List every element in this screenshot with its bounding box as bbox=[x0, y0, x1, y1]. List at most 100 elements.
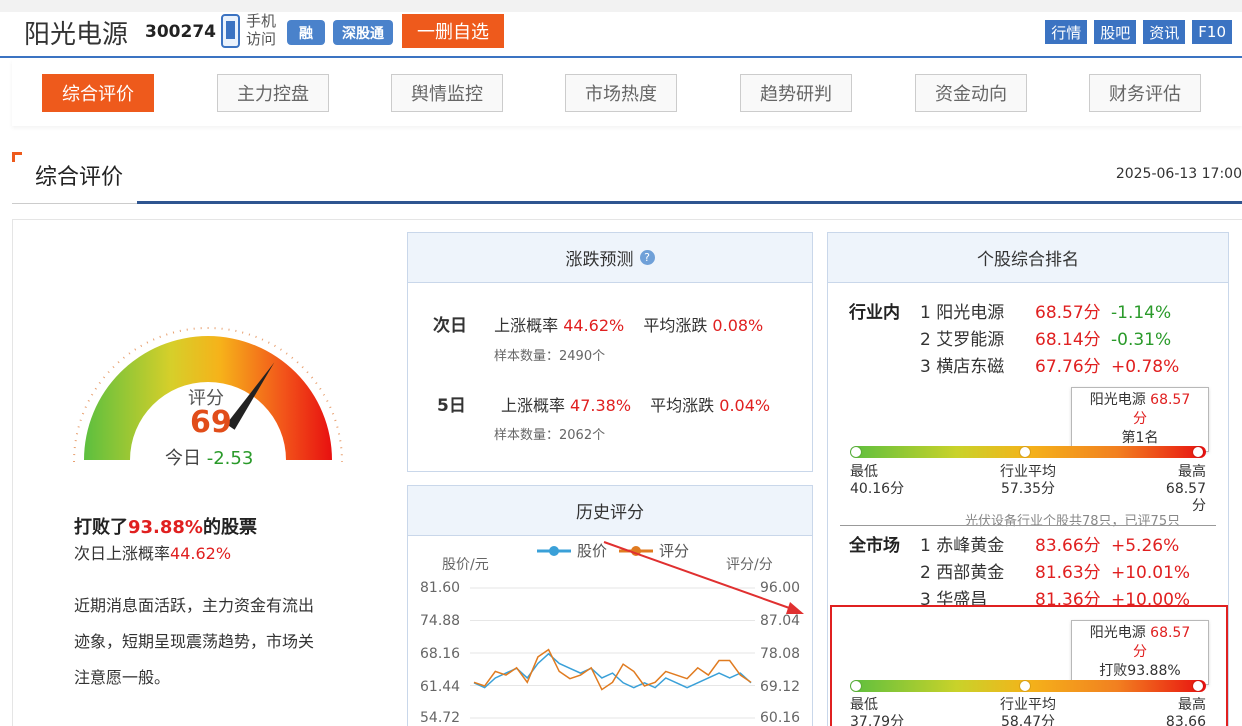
tab-capital-flow[interactable]: 资金动向 bbox=[915, 74, 1027, 112]
rank-change: -1.14% bbox=[1111, 303, 1172, 323]
mobile-access-link[interactable]: 手机访问 bbox=[246, 12, 280, 48]
today-change-value: -2.53 bbox=[206, 448, 254, 469]
left-tick: 54.72 bbox=[420, 710, 461, 726]
left-tick: 81.60 bbox=[420, 580, 461, 596]
rank-score: 68.14分 bbox=[1035, 330, 1101, 350]
up-prob-label: 上涨概率 bbox=[500, 396, 565, 415]
rank-name: 3 横店东磁 bbox=[920, 357, 1005, 377]
remove-watchlist-button[interactable]: 一删自选 bbox=[402, 14, 504, 48]
market-max-label: 最高83.66分 bbox=[1165, 697, 1206, 726]
ranking-header: 个股综合排名 bbox=[828, 233, 1228, 283]
up-prob-value: 47.38% bbox=[570, 396, 632, 415]
prediction-row-5-day: 5日 上涨概率 47.38% 平均涨跌 0.04% bbox=[437, 391, 770, 416]
tab-market-heat[interactable]: 市场热度 bbox=[565, 74, 677, 112]
left-tick: 68.16 bbox=[420, 646, 461, 662]
beat-summary: 打败了93.88%的股票 bbox=[74, 513, 257, 539]
market-min-dot bbox=[851, 681, 861, 691]
right-tick: 69.12 bbox=[760, 679, 801, 695]
industry-min-label: 最低 40.16分 bbox=[850, 464, 905, 497]
section-date: 2025-06-13 17:00 bbox=[1115, 166, 1242, 182]
header-links: 行情 股吧 资讯 F10 bbox=[1045, 20, 1232, 44]
section-corner-mark bbox=[12, 152, 22, 162]
stock-header: 阳光电源 300274 手机访问 融 深股通 一删自选 行情 股吧 资讯 F10 bbox=[0, 0, 1242, 58]
right-tick: 60.16 bbox=[760, 710, 801, 726]
market-avg-dot bbox=[1020, 681, 1030, 691]
market-min-label: 最低 37.79分 bbox=[850, 697, 905, 726]
right-tick: 78.08 bbox=[760, 646, 801, 662]
tab-overall-rating[interactable]: 综合评价 bbox=[42, 74, 154, 112]
market-label: 全市场 bbox=[849, 536, 900, 556]
margin-trading-badge[interactable]: 融 bbox=[287, 20, 325, 45]
left-axis-title: 股价/元 bbox=[442, 557, 489, 573]
market-max-dot bbox=[1193, 681, 1203, 691]
rank-score: 83.66分 bbox=[1035, 536, 1101, 556]
rating-description: 近期消息面活跃，主力资金有流出迹象，短期呈现震荡趋势，市场关注意愿一般。 bbox=[74, 596, 315, 687]
market-rank-row[interactable]: 2 西部黄金 81.63分 +10.01% bbox=[920, 558, 1190, 583]
section-underline-light bbox=[12, 203, 137, 204]
question-icon[interactable]: ? bbox=[639, 250, 655, 265]
rank-name: 1 阳光电源 bbox=[920, 303, 1005, 323]
tab-trend[interactable]: 趋势研判 bbox=[740, 74, 852, 112]
rank-name: 1 赤峰黄金 bbox=[920, 536, 1005, 556]
rank-name: 2 艾罗能源 bbox=[920, 330, 1005, 350]
stock-code: 300274 bbox=[145, 22, 216, 42]
prediction-title: 涨跌预测 bbox=[565, 250, 634, 270]
link-forum[interactable]: 股吧 bbox=[1094, 20, 1137, 44]
avg-change-value: 0.08% bbox=[712, 316, 764, 335]
rank-change: +5.26% bbox=[1111, 536, 1180, 556]
industry-min-dot bbox=[851, 447, 861, 457]
score-value: 69 bbox=[190, 405, 232, 440]
today-change: 今日 -2.53 bbox=[165, 444, 253, 470]
next-prob-value: 44.62% bbox=[170, 544, 232, 563]
industry-rank-row[interactable]: 3 横店东磁 67.76分 +0.78% bbox=[920, 352, 1179, 377]
mobile-phone-icon[interactable] bbox=[221, 14, 240, 48]
divider bbox=[840, 525, 1216, 526]
rank-change: -0.31% bbox=[1111, 330, 1172, 350]
shenzhen-connect-badge[interactable]: 深股通 bbox=[333, 20, 393, 45]
link-quotes[interactable]: 行情 bbox=[1045, 20, 1088, 44]
sample-count: 样本数量：2062个 bbox=[494, 428, 606, 443]
period-label: 次日 bbox=[433, 316, 467, 336]
beat-percent: 93.88% bbox=[128, 517, 203, 538]
rank-score: 81.63分 bbox=[1035, 563, 1101, 583]
industry-rank-row[interactable]: 1 阳光电源 68.57分 -1.14% bbox=[920, 298, 1171, 323]
avg-change-label: 平均涨跌 bbox=[643, 316, 708, 335]
industry-label: 行业内 bbox=[849, 303, 900, 323]
rank-change: +10.01% bbox=[1111, 563, 1191, 583]
beat-suffix: 的股票 bbox=[202, 517, 257, 538]
industry-avg-label: 行业平均 57.35分 bbox=[1000, 464, 1056, 497]
header-top-strip bbox=[0, 0, 1242, 12]
link-news[interactable]: 资讯 bbox=[1143, 20, 1186, 44]
rank-name: 2 西部黄金 bbox=[920, 563, 1005, 583]
tab-financial[interactable]: 财务评估 bbox=[1089, 74, 1201, 112]
next-day-probability: 次日上涨概率44.62% bbox=[74, 540, 231, 564]
history-header: 历史评分 bbox=[408, 486, 812, 536]
tab-sentiment[interactable]: 舆情监控 bbox=[391, 74, 503, 112]
prediction-panel: 涨跌预测? bbox=[407, 232, 813, 472]
left-tick: 74.88 bbox=[420, 613, 461, 629]
industry-rank-row[interactable]: 2 艾罗能源 68.14分 -0.31% bbox=[920, 325, 1171, 350]
next-prob-label: 次日上涨概率 bbox=[74, 544, 171, 563]
price-legend-icon bbox=[537, 545, 571, 556]
beat-prefix: 打败了 bbox=[74, 517, 128, 538]
tab-main-force[interactable]: 主力控盘 bbox=[217, 74, 329, 112]
score-series-line bbox=[473, 648, 752, 691]
today-label: 今日 bbox=[165, 448, 201, 469]
rank-score: 68.57分 bbox=[1035, 303, 1101, 323]
avg-change-value: 0.04% bbox=[719, 396, 771, 415]
industry-tooltip: 阳光电源 68.57分 第1名 bbox=[1071, 387, 1209, 452]
section-title: 综合评价 bbox=[35, 165, 124, 190]
link-f10[interactable]: F10 bbox=[1192, 20, 1232, 44]
up-prob-value: 44.62% bbox=[563, 316, 625, 335]
tab-navigation: 综合评价 主力控盘 舆情监控 市场热度 趋势研判 资金动向 财务评估 bbox=[12, 60, 1242, 126]
avg-change-label: 平均涨跌 bbox=[650, 396, 715, 415]
market-rank-row[interactable]: 1 赤峰黄金 83.66分 +5.26% bbox=[920, 531, 1179, 556]
sample-count: 样本数量：2490个 bbox=[494, 349, 606, 364]
industry-note: 光伏设备行业个股共78只，已评75只 bbox=[965, 514, 1181, 529]
industry-max-dot bbox=[1193, 447, 1203, 457]
market-tooltip: 阳光电源 68.57分 打败93.88% bbox=[1071, 620, 1209, 685]
rank-score: 67.76分 bbox=[1035, 357, 1101, 377]
period-label: 5日 bbox=[437, 396, 466, 416]
market-avg-label: 行业平均 58.47分 bbox=[1000, 697, 1056, 726]
rank-change: +0.78% bbox=[1111, 357, 1180, 377]
